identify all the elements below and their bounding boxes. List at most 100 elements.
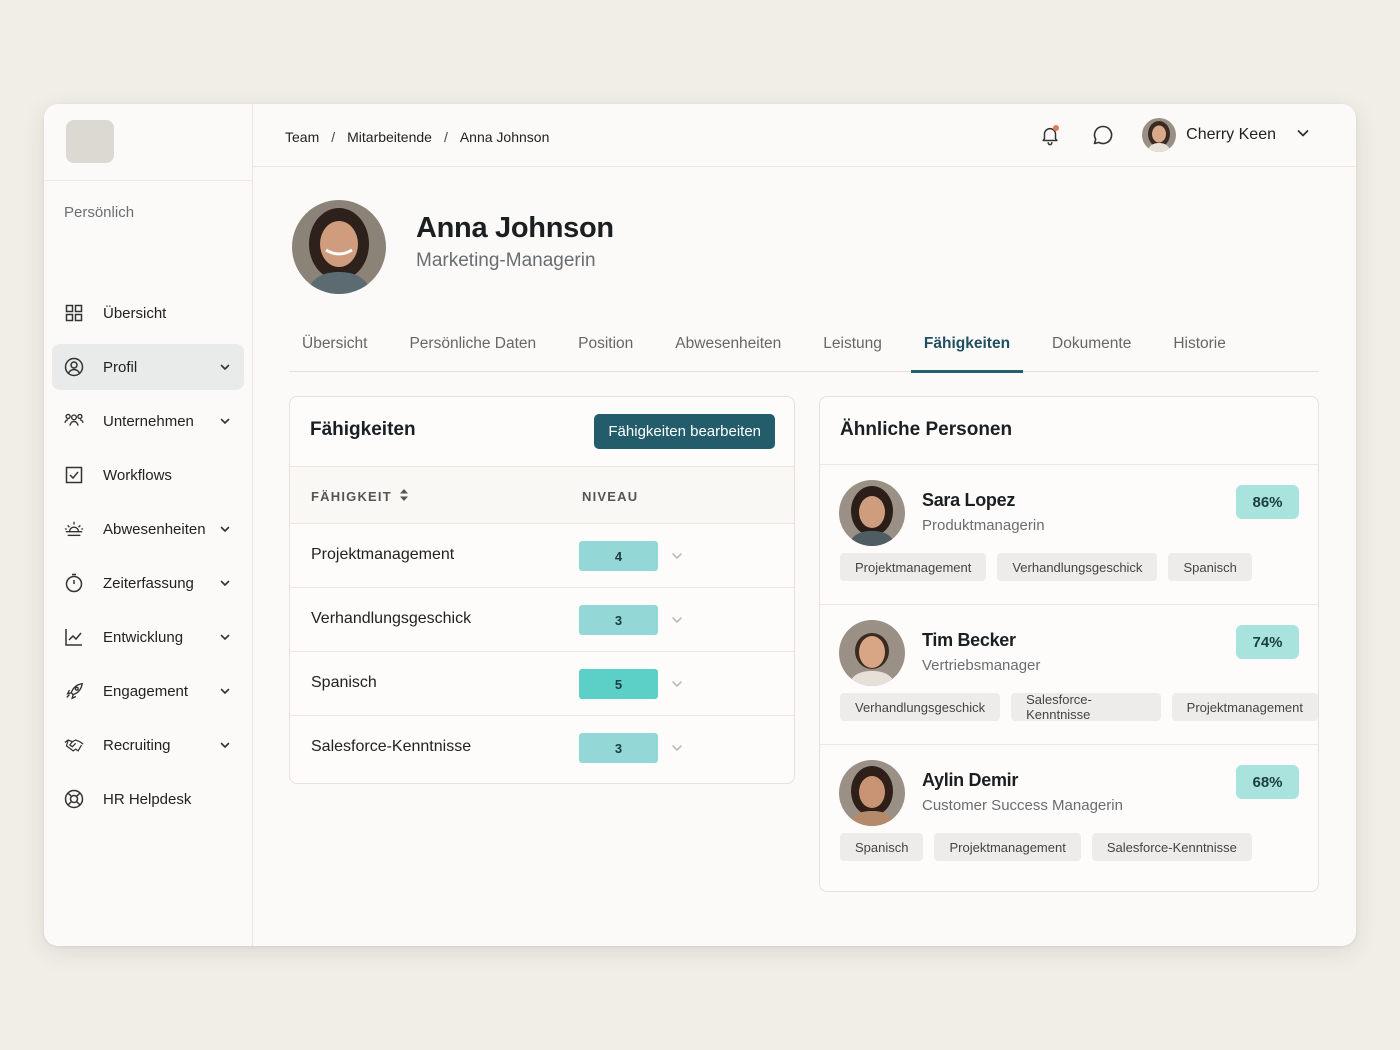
- person-role: Vertriebsmanager: [922, 657, 1041, 674]
- sidebar-item-abwesenheiten[interactable]: Abwesenheiten: [52, 506, 244, 552]
- similar-people-card: Ähnliche Personen Sara Lopez Produktmanag…: [819, 396, 1319, 892]
- chevron-down-icon[interactable]: [670, 741, 684, 755]
- chevron-down-icon[interactable]: [670, 549, 684, 563]
- person-name[interactable]: Aylin Demir: [922, 770, 1018, 791]
- tab-ubersicht[interactable]: Übersicht: [289, 322, 380, 372]
- user-circle-icon: [64, 357, 84, 377]
- sort-icon[interactable]: [399, 489, 408, 504]
- profile-tabs: Übersicht Persönliche Daten Position Abwese…: [289, 322, 1319, 373]
- skill-tag: Projektmanagement: [934, 833, 1081, 861]
- chevron-down-icon[interactable]: [218, 684, 232, 698]
- match-percentage-badge: 74%: [1236, 625, 1299, 659]
- person-skill-tags: Spanisch Projektmanagement Salesforce-Kenn…: [840, 833, 1252, 861]
- skill-level-badge[interactable]: 3: [579, 605, 658, 635]
- chevron-down-icon[interactable]: [218, 630, 232, 644]
- skill-tag: Verhandlungsgeschick: [997, 553, 1158, 581]
- tab-leistung[interactable]: Leistung: [810, 322, 895, 372]
- avatar: [839, 760, 905, 826]
- logo-placeholder[interactable]: [66, 120, 114, 163]
- lifebuoy-icon: [64, 789, 84, 809]
- chevron-down-icon[interactable]: [670, 677, 684, 691]
- main-content: Team / Mitarbeitende / Anna Johnson Cher…: [253, 104, 1356, 946]
- skill-name: Salesforce-Kenntnisse: [311, 738, 472, 755]
- sidebar-item-recruiting[interactable]: Recruiting: [52, 722, 244, 768]
- user-name[interactable]: Cherry Keen: [1186, 126, 1276, 144]
- sidebar-item-unternehmen[interactable]: Unternehmen: [52, 398, 244, 444]
- breadcrumb-mitarbeitende[interactable]: Mitarbeitende: [347, 129, 432, 145]
- tab-abwesenheiten[interactable]: Abwesenheiten: [662, 322, 794, 372]
- skill-tag: Spanisch: [840, 833, 924, 861]
- column-header-skill[interactable]: FÄHIGKEIT: [311, 489, 408, 504]
- column-header-level: NIVEAU: [582, 489, 639, 504]
- sidebar-item-entwicklung[interactable]: Entwicklung: [52, 614, 244, 660]
- skill-name: Projektmanagement: [311, 546, 455, 563]
- app-window: Persönlich Übersicht Profil Unternehmen Wor…: [44, 104, 1356, 946]
- sidebar-item-engagement[interactable]: Engagement: [52, 668, 244, 714]
- chevron-down-icon[interactable]: [218, 522, 232, 536]
- skill-level-badge[interactable]: 4: [579, 541, 658, 571]
- tab-position[interactable]: Position: [565, 322, 646, 372]
- chevron-down-icon[interactable]: [218, 414, 232, 428]
- tab-personliche-daten[interactable]: Persönliche Daten: [396, 322, 549, 372]
- sidebar-item-label: Unternehmen: [103, 412, 194, 430]
- chevron-down-icon[interactable]: [670, 613, 684, 627]
- sidebar-item-label: Profil: [103, 358, 138, 376]
- sidebar-item-label: Zeiterfassung: [103, 574, 194, 592]
- users-icon: [64, 411, 84, 431]
- column-header-skill-label: FÄHIGKEIT: [311, 489, 392, 504]
- person-role: Customer Success Managerin: [922, 797, 1123, 814]
- sunrise-icon: [64, 519, 84, 539]
- edit-skills-button[interactable]: Fähigkeiten bearbeiten: [594, 414, 775, 449]
- notification-bell-icon[interactable]: [1036, 121, 1064, 149]
- avatar: [839, 480, 905, 546]
- profile-name: Anna Johnson: [416, 212, 614, 244]
- chevron-down-icon[interactable]: [218, 360, 232, 374]
- person-name[interactable]: Sara Lopez: [922, 490, 1015, 511]
- sidebar-nav: Übersicht Profil Unternehmen Workflows Abwes…: [52, 290, 244, 830]
- similar-person-item[interactable]: Aylin Demir Customer Success Managerin 68%…: [820, 745, 1318, 885]
- stopwatch-icon: [64, 573, 84, 593]
- similar-person-item[interactable]: Tim Becker Vertriebsmanager 74% Verhandlung…: [820, 605, 1318, 745]
- sidebar-item-hr-helpdesk[interactable]: HR Helpdesk: [52, 776, 244, 822]
- sidebar: Persönlich Übersicht Profil Unternehmen Wor…: [44, 104, 253, 946]
- breadcrumb-current: Anna Johnson: [459, 129, 550, 145]
- profile-avatar: [292, 200, 386, 294]
- grid-icon: [64, 303, 84, 323]
- sidebar-item-zeiterfassung[interactable]: Zeiterfassung: [52, 560, 244, 606]
- breadcrumb-team[interactable]: Team: [285, 129, 319, 145]
- rocket-icon: [64, 681, 84, 701]
- user-avatar[interactable]: [1142, 118, 1177, 152]
- skill-tag: Salesforce-Kenntnisse: [1091, 833, 1252, 861]
- tab-fahigkeiten[interactable]: Fähigkeiten: [910, 322, 1024, 373]
- skill-tag: Verhandlungsgeschick: [840, 693, 1001, 721]
- sidebar-item-profil[interactable]: Profil: [52, 344, 244, 390]
- skills-card: Fähigkeiten Fähigkeiten bearbeiten FÄHIG…: [289, 396, 795, 784]
- chart-line-icon: [64, 627, 84, 647]
- user-menu-chevron-down-icon[interactable]: [1296, 126, 1310, 145]
- chevron-down-icon[interactable]: [218, 738, 232, 752]
- top-bar: Team / Mitarbeitende / Anna Johnson Cher…: [253, 104, 1356, 167]
- breadcrumb: Team / Mitarbeitende / Anna Johnson: [285, 129, 549, 145]
- person-name[interactable]: Tim Becker: [922, 630, 1016, 651]
- chevron-down-icon[interactable]: [218, 576, 232, 590]
- breadcrumb-separator: /: [443, 129, 448, 145]
- skill-level-badge[interactable]: 3: [579, 733, 658, 763]
- checkbox-icon: [64, 465, 84, 485]
- table-row: Spanisch 5: [290, 652, 794, 716]
- sidebar-item-workflows[interactable]: Workflows: [52, 452, 244, 498]
- sidebar-item-label: Übersicht: [103, 304, 167, 322]
- person-role: Produktmanagerin: [922, 517, 1045, 534]
- skill-level-badge[interactable]: 5: [579, 669, 658, 699]
- tab-historie[interactable]: Historie: [1160, 322, 1239, 372]
- sidebar-item-ubersicht[interactable]: Übersicht: [52, 290, 244, 336]
- sidebar-divider: [44, 180, 252, 181]
- skill-tag: Spanisch: [1168, 553, 1252, 581]
- similar-person-item[interactable]: Sara Lopez Produktmanagerin 86% Projektmana…: [820, 465, 1318, 605]
- sidebar-section-label: Persönlich: [64, 204, 135, 221]
- chat-bubble-icon[interactable]: [1089, 121, 1117, 149]
- skill-tag: Salesforce-Kenntnisse: [1011, 692, 1161, 722]
- tab-dokumente[interactable]: Dokumente: [1039, 322, 1144, 372]
- profile-role: Marketing-Managerin: [416, 250, 596, 271]
- breadcrumb-separator: /: [331, 129, 336, 145]
- table-row: Projektmanagement 4: [290, 524, 794, 588]
